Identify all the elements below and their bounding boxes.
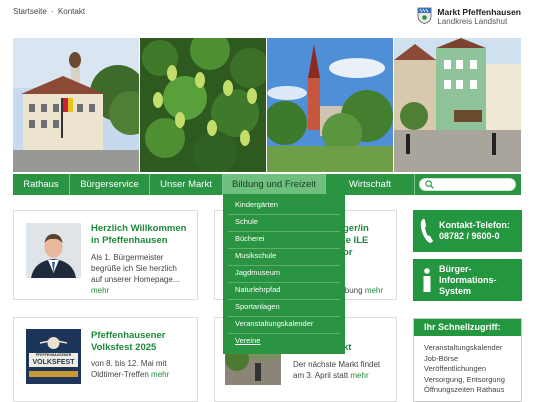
welcome-card: Herzlich Willkommen in Pfeffenhausen Als… — [13, 210, 198, 300]
menu-item-schule[interactable]: Schule — [228, 215, 340, 232]
dropdown-bildung-und-freizeit: Kindergärten Schule Bücherei Musikschule… — [223, 194, 345, 354]
info-system-box[interactable]: Bürger- Informations- System — [413, 259, 522, 301]
search-icon — [425, 180, 434, 189]
hero-photos — [13, 38, 521, 172]
festival-card: PFEFFENHAUSENER VOLKSFEST Pfeffenhausene… — [13, 317, 198, 402]
nav-bildung-und-freizeit[interactable]: Bildung und Freizeit — [223, 174, 326, 195]
festival-more-link[interactable]: mehr — [151, 370, 169, 379]
menu-item-musikschule[interactable]: Musikschule — [228, 249, 340, 266]
job-more-link[interactable]: mehr — [365, 286, 383, 295]
menu-item-buecherei[interactable]: Bücherei — [228, 232, 340, 249]
menu-item-veranstaltungskalender[interactable]: Veranstaltungskalender — [228, 317, 340, 334]
quick-link-oeffnungszeiten[interactable]: Öffnungszeiten Rathaus — [424, 385, 521, 396]
welcome-text-line1: Als 1. Bürgermeister — [91, 253, 164, 262]
job-title-line2[interactable]: le ILE — [343, 235, 369, 247]
job-text: ibung — [343, 286, 363, 295]
nav-rathaus[interactable]: Rathaus — [13, 174, 70, 195]
festival-title-line1[interactable]: Pfeffenhausener — [91, 330, 165, 342]
poster-main-text: VOLKSFEST — [32, 359, 75, 366]
menu-item-jagdmuseum[interactable]: Jagdmuseum — [228, 266, 340, 283]
market-more-link[interactable]: mehr — [350, 371, 368, 380]
festival-text-line1: von 8. bis 12. Mai mit — [91, 359, 167, 368]
coat-of-arms-icon — [417, 7, 432, 24]
market-text-line1: Der nächste Markt findet — [293, 360, 381, 369]
quick-link-job-boerse[interactable]: Job-Börse — [424, 354, 521, 365]
brand-name: Markt Pfeffenhausen — [437, 7, 521, 17]
quick-link-versorgung[interactable]: Versorgung, Entsorgung — [424, 375, 521, 386]
brand[interactable]: Markt Pfeffenhausen Landkreis Landshut — [417, 7, 521, 27]
nav-buergerservice[interactable]: Bürgerservice — [70, 174, 150, 195]
hero-photo-hops — [140, 38, 267, 172]
welcome-text-line2: begrüße ich Sie herzlich — [91, 264, 177, 273]
top-links: Startseite · Kontakt — [13, 7, 85, 16]
contact-phone-box[interactable]: Kontakt-Telefon: 08782 / 9600-0 — [413, 210, 522, 252]
phone-number: 08782 / 9600-0 — [439, 231, 500, 241]
welcome-title-line1[interactable]: Herzlich Willkommen — [91, 223, 186, 235]
main-navigation: Rathaus Bürgerservice Unser Markt Bildun… — [13, 174, 521, 195]
menu-item-naturlehrpfad[interactable]: Naturlehrpfad — [228, 283, 340, 300]
hero-photo-square — [394, 38, 521, 172]
phone-label: Kontakt-Telefon: — [439, 220, 510, 230]
poster-top-text: PFEFFENHAUSENER — [35, 353, 72, 357]
quick-access-box: Ihr Schnellzugriff: Veranstaltungskalend… — [413, 318, 522, 402]
menu-item-sportanlagen[interactable]: Sportanlagen — [228, 300, 340, 317]
contact-link[interactable]: Kontakt — [58, 7, 85, 16]
search-area — [415, 174, 521, 195]
festival-title-line2[interactable]: Volksfest 2025 — [91, 342, 165, 354]
hero-photo-church — [267, 38, 394, 172]
welcome-more-link[interactable]: mehr — [91, 286, 109, 295]
quick-access-heading: Ihr Schnellzugriff: — [414, 319, 521, 336]
menu-item-kindergaerten[interactable]: Kindergärten — [228, 198, 340, 215]
hero-photo-townhall — [13, 38, 140, 172]
menu-item-vereine[interactable]: Vereine — [228, 334, 340, 351]
mayor-portrait — [26, 223, 81, 278]
welcome-text-line3: auf unserer Homepage... — [91, 275, 180, 284]
job-title-line3[interactable]: or — [343, 247, 369, 259]
home-link[interactable]: Startseite — [13, 7, 47, 16]
festival-text-line2: Oldtimer-Treffen — [91, 370, 149, 379]
quick-link-veranstaltungskalender[interactable]: Veranstaltungskalender — [424, 343, 521, 354]
info-line1: Bürger- — [439, 263, 472, 274]
job-title-line1[interactable]: ger/in — [343, 223, 369, 235]
phone-icon — [420, 218, 433, 243]
info-line3: System — [439, 285, 472, 296]
info-icon — [423, 268, 431, 292]
separator: · — [51, 7, 54, 16]
nav-wirtschaft[interactable]: Wirtschaft — [326, 174, 415, 195]
market-text-line2: am 3. April statt — [293, 371, 349, 380]
quick-link-veroeffentlichungen[interactable]: Veröffentlichungen — [424, 364, 521, 375]
info-line2: Informations- — [439, 274, 497, 285]
brand-region: Landkreis Landshut — [437, 17, 508, 26]
nav-unser-markt[interactable]: Unser Markt — [150, 174, 223, 195]
search-input[interactable] — [419, 178, 516, 191]
welcome-title-line2[interactable]: in Pfeffenhausen — [91, 235, 186, 247]
